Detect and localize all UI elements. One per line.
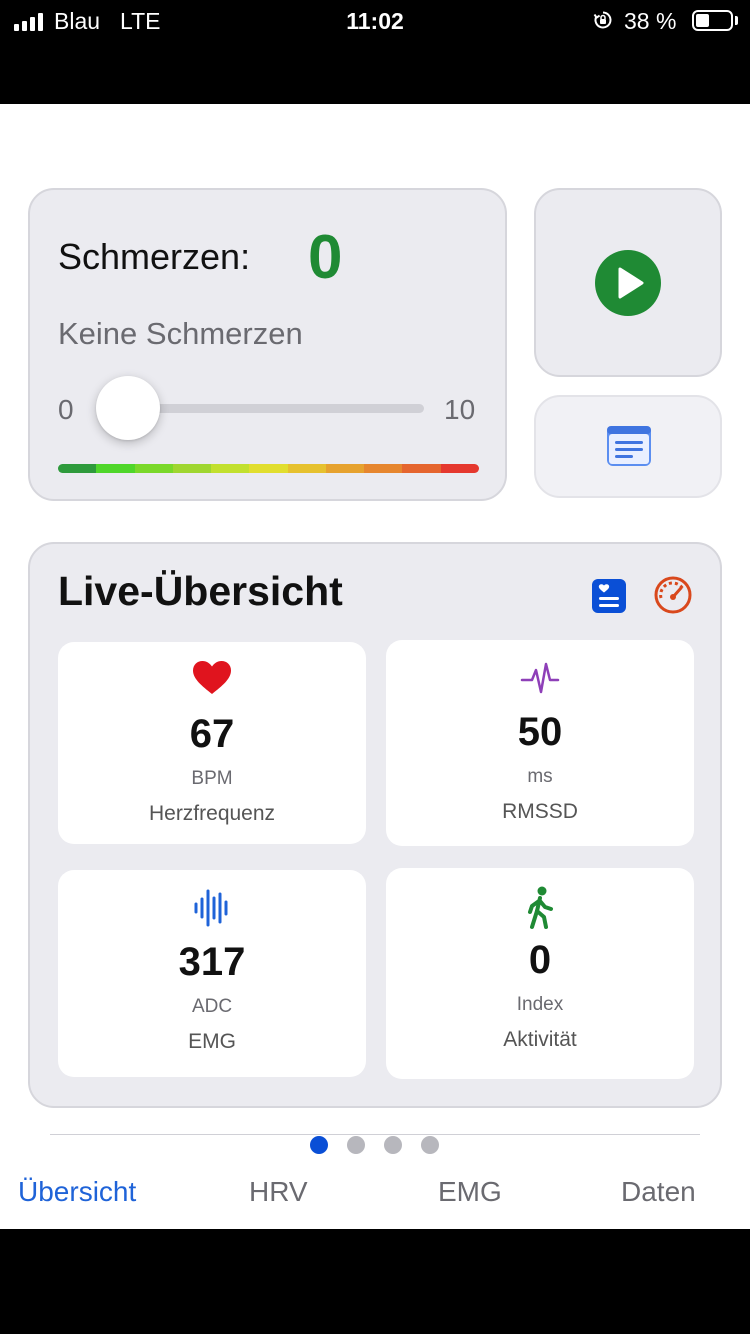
page-dot[interactable] <box>347 1136 365 1154</box>
battery-level <box>696 14 709 27</box>
pain-slider-track[interactable] <box>126 404 424 413</box>
tab-divider <box>50 1134 700 1135</box>
slider-max-label: 10 <box>444 394 476 425</box>
bottom-bar <box>0 1229 750 1334</box>
metric-unit: ms <box>527 766 553 787</box>
metric-card-emg[interactable]: 317 ADC EMG <box>58 870 366 1077</box>
page-dot[interactable] <box>384 1136 402 1154</box>
pain-scale-segment <box>172 464 212 473</box>
metric-card-activity[interactable]: 0 Index Aktivität <box>386 868 694 1079</box>
play-icon <box>595 250 661 316</box>
metric-unit: BPM <box>191 768 233 789</box>
pain-slider-thumb[interactable] <box>96 376 160 440</box>
note-icon <box>607 426 651 466</box>
battery-percent: 38 % <box>624 8 677 34</box>
tab-hrv[interactable]: HRV <box>249 1176 308 1208</box>
metric-unit: ADC <box>191 996 233 1017</box>
live-title: Live-Übersicht <box>58 568 343 614</box>
pain-scale-segment <box>96 464 135 473</box>
start-button[interactable] <box>534 188 722 377</box>
metric-label: Aktivität <box>503 1028 577 1051</box>
pain-scale-segment <box>58 464 97 473</box>
notes-button[interactable] <box>534 395 722 498</box>
page-indicator[interactable] <box>310 1136 439 1154</box>
metric-value: 317 <box>178 940 246 984</box>
heart-icon <box>58 660 366 700</box>
pain-scale-segment <box>440 464 479 473</box>
battery-icon <box>692 10 733 31</box>
pain-scale-segment <box>211 464 250 473</box>
metric-card-rmssd[interactable]: 50 ms RMSSD <box>386 640 694 846</box>
metric-card-heart-rate[interactable]: 67 BPM Herzfrequenz <box>58 642 366 844</box>
live-overview-card: Live-Übersicht 67 BPM Herzfrequenz 50 ms… <box>28 542 722 1108</box>
pain-scale-segment <box>402 464 441 473</box>
pain-value: 0 <box>308 223 343 292</box>
pain-scale-segment <box>134 464 173 473</box>
pain-scale-segment <box>249 464 288 473</box>
tab-uebersicht[interactable]: Übersicht <box>18 1176 136 1208</box>
pain-color-scale <box>58 464 479 473</box>
main-page: Schmerzen: 0 Keine Schmerzen 0 10 Live-Ü… <box>0 104 750 1229</box>
metric-value: 50 <box>517 710 563 754</box>
audio-waveform-icon <box>58 888 366 928</box>
metric-value: 0 <box>528 938 552 982</box>
heart-card-icon[interactable] <box>591 578 627 614</box>
metric-label: Herzfrequenz <box>148 802 276 825</box>
metric-unit: Index <box>516 994 564 1015</box>
speedometer-icon[interactable] <box>653 575 693 615</box>
metric-label: EMG <box>188 1030 236 1053</box>
waveform-icon <box>386 658 694 698</box>
tab-emg[interactable]: EMG <box>438 1176 502 1208</box>
pain-scale-segment <box>287 464 326 473</box>
pain-label: Schmerzen: <box>58 236 251 277</box>
pain-card: Schmerzen: 0 Keine Schmerzen 0 10 <box>28 188 507 501</box>
page-dot[interactable] <box>421 1136 439 1154</box>
pain-scale-segment <box>325 464 365 473</box>
pain-description: Keine Schmerzen <box>58 316 303 351</box>
tab-daten[interactable]: Daten <box>621 1176 696 1208</box>
slider-min-label: 0 <box>58 394 74 425</box>
metric-value: 67 <box>189 712 235 756</box>
status-bar: Blau LTE 11:02 38 % <box>0 0 750 104</box>
battery-nub <box>735 16 738 25</box>
page-dot[interactable] <box>310 1136 328 1154</box>
walking-icon <box>386 886 694 929</box>
rotation-lock-icon <box>593 11 612 29</box>
metric-label: RMSSD <box>502 800 578 823</box>
pain-scale-segment <box>364 464 403 473</box>
